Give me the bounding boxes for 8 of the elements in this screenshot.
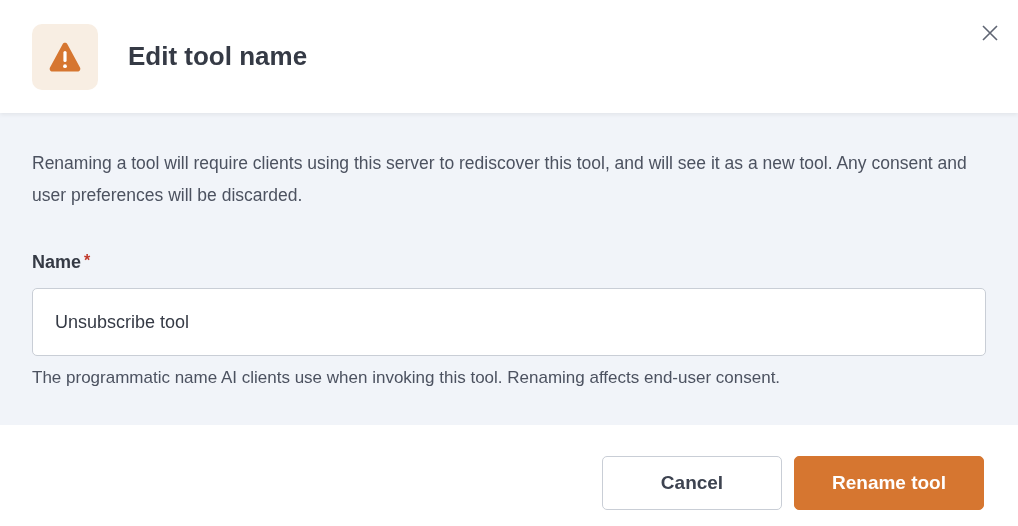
name-input-field[interactable]: Unsubscribe tool [32, 288, 986, 356]
required-mark: * [84, 251, 91, 271]
warning-icon [49, 41, 81, 72]
hint-text: The programmatic name AI clients use when invoking this tool. Renaming affects end-user consent. [32, 367, 782, 389]
description-text: Renaming a tool will require clients using this server to rediscover this tool, and will see it as a new tool. Any consent and user preferences will be discarded. [32, 152, 968, 207]
field-label: Name [32, 251, 82, 274]
cancel-button[interactable]: Cancel [602, 456, 782, 510]
dialog-title: Edit tool name [128, 40, 308, 73]
